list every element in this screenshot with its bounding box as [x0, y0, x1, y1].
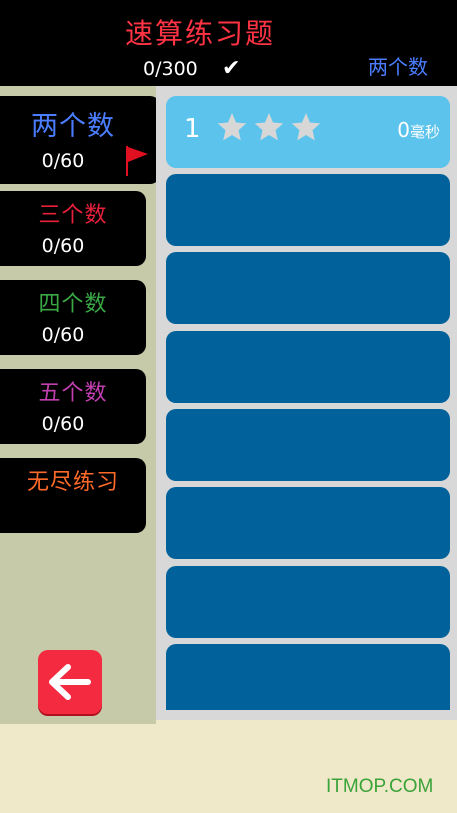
- red-flag-icon: [126, 146, 148, 176]
- mode-card-two-numbers[interactable]: 两个数 0/60: [0, 96, 160, 184]
- level-number: 1: [184, 114, 201, 144]
- watermark: ITMOP.COM: [326, 776, 434, 797]
- top-bar: 速算练习题 0/300 ✔ 两个数: [0, 0, 457, 86]
- level-tile-locked[interactable]: [166, 566, 450, 638]
- mode-score: 0/60: [41, 413, 85, 435]
- level-tile-locked[interactable]: [166, 174, 450, 246]
- back-button[interactable]: [38, 650, 102, 714]
- arrow-left-icon: [49, 664, 91, 700]
- star-rating: [216, 111, 322, 147]
- mode-sidebar: 两个数 0/60 三个数 0/60 四个数 0/60 五个数 0/60 无尽练习: [0, 86, 160, 724]
- mode-name: 四个数: [38, 292, 108, 317]
- mode-card-endless[interactable]: 无尽练习: [0, 458, 146, 533]
- mode-score: 0/60: [41, 235, 85, 257]
- level-tile-locked[interactable]: [166, 331, 450, 403]
- level-tile-locked[interactable]: [166, 252, 450, 324]
- mode-name: 三个数: [38, 203, 108, 228]
- star-icon: [254, 113, 284, 141]
- current-mode-label: 两个数: [368, 55, 428, 79]
- level-list: 1 0毫秒: [156, 86, 457, 720]
- level-tile-1[interactable]: 1 0毫秒: [166, 96, 450, 168]
- best-time: 0毫秒: [397, 118, 440, 142]
- star-icon: [291, 113, 321, 141]
- level-tile-locked[interactable]: [166, 487, 450, 559]
- time-unit: 毫秒: [409, 123, 440, 141]
- mode-name: 无尽练习: [26, 470, 119, 495]
- total-progress: 0/300: [143, 58, 198, 80]
- mode-card-four-numbers[interactable]: 四个数 0/60: [0, 280, 146, 355]
- app-title: 速算练习题: [124, 17, 275, 50]
- star-icon: [217, 113, 247, 141]
- mode-name: 五个数: [38, 381, 108, 406]
- level-tile-locked[interactable]: [166, 644, 450, 710]
- mode-name: 两个数: [31, 111, 115, 142]
- mode-score: 0/60: [41, 324, 85, 346]
- mode-card-five-numbers[interactable]: 五个数 0/60: [0, 369, 146, 444]
- level-tile-locked[interactable]: [166, 409, 450, 481]
- time-value: 0: [397, 118, 410, 142]
- checkmark-icon: ✔: [222, 56, 241, 81]
- footer-area: [0, 724, 457, 813]
- mode-score: 0/60: [41, 150, 85, 172]
- mode-card-three-numbers[interactable]: 三个数 0/60: [0, 191, 146, 266]
